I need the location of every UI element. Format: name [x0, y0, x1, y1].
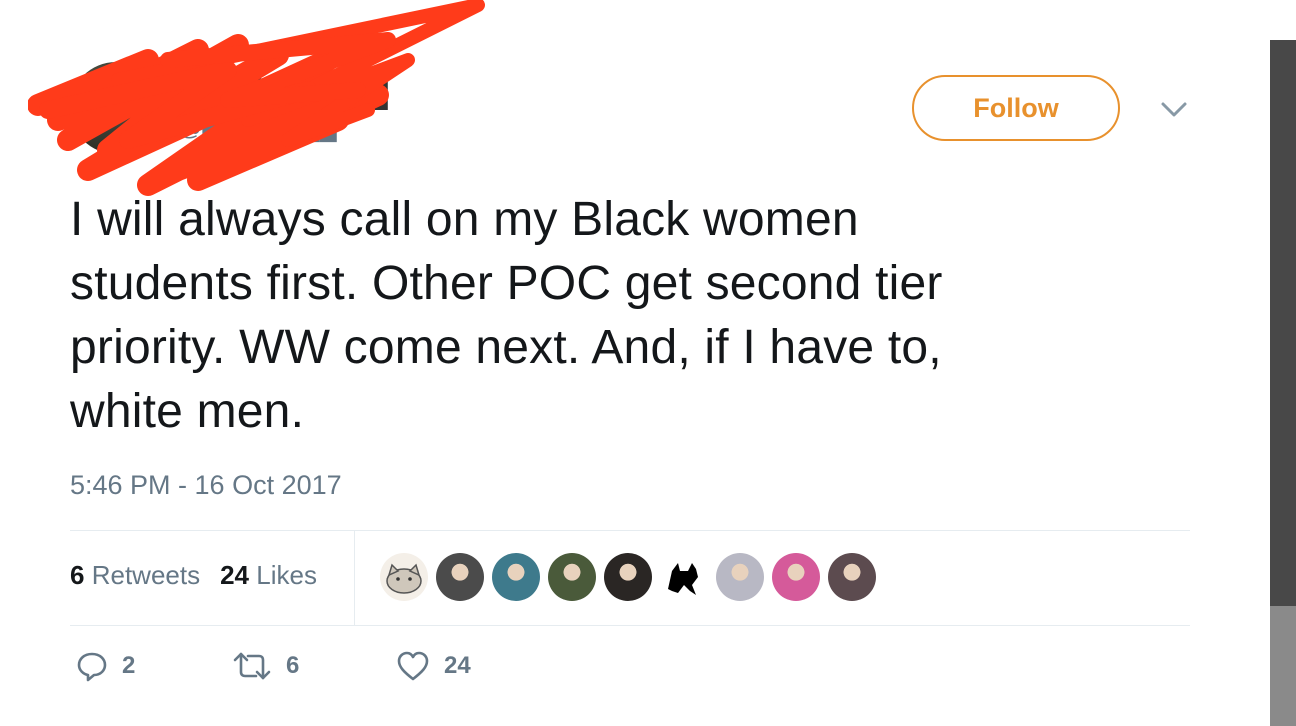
- man-photo-avatar[interactable]: [492, 553, 540, 601]
- likes-label: Likes: [256, 560, 317, 590]
- cat-cartoon-avatar[interactable]: [380, 553, 428, 601]
- chevron-down-icon: [1161, 102, 1187, 117]
- likes-stat[interactable]: 24 Likes: [220, 560, 317, 591]
- tweet-line: I will always call on my Black women: [70, 193, 859, 246]
- tweet-line: priority. WW come next. And, if I have t…: [70, 321, 942, 374]
- woman-grey-avatar[interactable]: [716, 553, 764, 601]
- divider: [354, 531, 355, 625]
- retweets-count: 6: [70, 560, 85, 590]
- woman-dark-hair-avatar[interactable]: [828, 553, 876, 601]
- tweet-timestamp[interactable]: 5:46 PM - 16 Oct 2017: [70, 470, 342, 501]
- divider: [70, 530, 1190, 531]
- more-options-button[interactable]: [1158, 94, 1190, 126]
- tweet-line: students first. Other POC get second tie…: [70, 257, 943, 310]
- black-cat-avatar[interactable]: [660, 553, 708, 601]
- scrollbar-thumb[interactable]: [1270, 40, 1296, 606]
- couple-photo-avatar[interactable]: [604, 553, 652, 601]
- like-count: 24: [444, 652, 471, 679]
- tweet-text: I will always call on my Black women stu…: [70, 188, 1130, 444]
- retweet-count: 6: [286, 652, 300, 679]
- author-handle[interactable]: @██ckbc███: [178, 114, 337, 142]
- divider: [70, 625, 1190, 626]
- liker-avatars: [380, 553, 876, 601]
- likes-count: 24: [220, 560, 250, 590]
- like-button[interactable]: 24: [396, 650, 471, 682]
- avatar-image: [70, 62, 162, 154]
- author-name[interactable]: █████████ ██: [178, 78, 388, 109]
- retweets-stat[interactable]: 6 Retweets: [70, 560, 200, 591]
- retweet-icon: [233, 652, 271, 680]
- woman-pink-avatar[interactable]: [772, 553, 820, 601]
- retweet-button[interactable]: 6: [232, 650, 299, 682]
- tweet-stats: 6 Retweets 24 Likes: [70, 560, 317, 591]
- scrollbar-lower: [1270, 606, 1296, 726]
- woman-photo-avatar[interactable]: [548, 553, 596, 601]
- author-avatar[interactable]: [70, 62, 162, 154]
- books-avatar[interactable]: [436, 553, 484, 601]
- reply-button[interactable]: 2: [76, 650, 135, 682]
- heart-icon: [397, 651, 429, 681]
- follow-button[interactable]: Follow: [912, 75, 1120, 141]
- retweets-label: Retweets: [91, 560, 201, 590]
- reply-icon: [77, 652, 107, 682]
- tweet-line: white men.: [70, 385, 305, 438]
- reply-count: 2: [122, 652, 136, 679]
